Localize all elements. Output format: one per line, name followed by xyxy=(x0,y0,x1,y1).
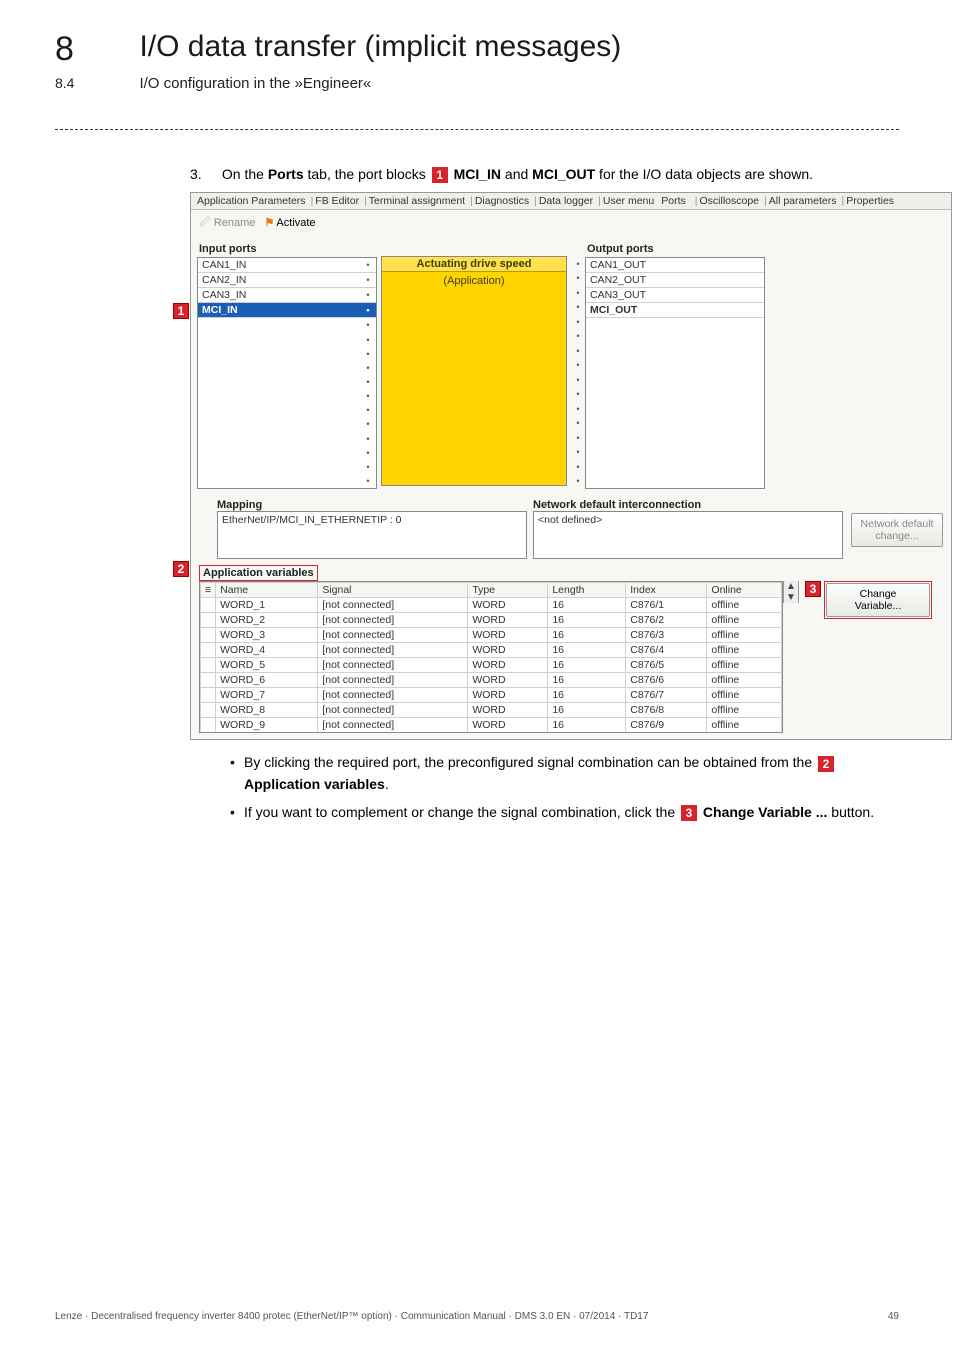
section-title: I/O configuration in the »Engineer« xyxy=(139,75,371,92)
col-length[interactable]: Length xyxy=(548,583,626,598)
appvars-title: Application variables xyxy=(203,567,314,579)
tab[interactable]: Properties xyxy=(846,195,894,207)
engineer-panel: Application Parameters| FB Editor| Termi… xyxy=(190,192,952,740)
network-default-title: Network default interconnection xyxy=(533,499,843,511)
tab[interactable]: All parameters xyxy=(769,195,837,207)
mapping-title: Mapping xyxy=(217,499,527,511)
tab[interactable]: Oscilloscope xyxy=(699,195,759,207)
application-block: Actuating drive speed (Application) xyxy=(381,256,567,486)
tab[interactable]: Application Parameters xyxy=(197,195,306,207)
t: MCI_OUT xyxy=(532,166,595,182)
table-row[interactable]: WORD_6[not connected]WORD16C876/6offline xyxy=(201,673,782,688)
scroll-down[interactable]: ▼ xyxy=(784,592,798,603)
col-type[interactable]: Type xyxy=(468,583,548,598)
table-row[interactable]: WORD_2[not connected]WORD16C876/2offline xyxy=(201,613,782,628)
t: MCI_IN xyxy=(450,166,501,182)
step-text: On the Ports tab, the port blocks 1 MCI_… xyxy=(222,164,862,184)
separator xyxy=(55,129,899,130)
table-row[interactable]: WORD_7[not connected]WORD16C876/7offline xyxy=(201,688,782,703)
tab-selected[interactable]: Ports xyxy=(661,195,686,207)
mapping-box[interactable]: EtherNet/IP/MCI_IN_ETHERNETIP : 0 xyxy=(217,511,527,559)
tab[interactable]: Diagnostics xyxy=(475,195,529,207)
col-signal[interactable]: Signal xyxy=(318,583,468,598)
network-default-change-button[interactable]: Network default change... xyxy=(851,513,943,547)
output-ports-list[interactable]: CAN1_OUT CAN2_OUT CAN3_OUT MCI_OUT xyxy=(585,257,765,489)
table-row[interactable]: WORD_9[not connected]WORD16C876/9offline xyxy=(201,718,782,733)
port-item[interactable]: CAN2_OUT xyxy=(586,273,764,288)
scrollbar[interactable]: ▲ ▼ xyxy=(783,581,799,603)
t: and xyxy=(501,166,532,182)
bullet-2: If you want to complement or change the … xyxy=(230,802,899,824)
chapter-number: 8 xyxy=(55,30,135,69)
table-row[interactable]: WORD_3[not connected]WORD16C876/3offline xyxy=(201,628,782,643)
port-item[interactable]: CAN3_OUT xyxy=(586,288,764,303)
tab[interactable]: Terminal assignment xyxy=(369,195,465,207)
scroll-up[interactable]: ▲ xyxy=(784,581,798,592)
input-ports-list[interactable]: CAN1_IN• CAN2_IN• CAN3_IN• MCI_IN• •••••… xyxy=(197,257,377,489)
tab[interactable]: FB Editor xyxy=(315,195,359,207)
application-head: Actuating drive speed xyxy=(382,257,566,272)
callout-1: 1 xyxy=(432,167,448,183)
footer-left: Lenze · Decentralised frequency inverter… xyxy=(55,1311,648,1322)
table-row[interactable]: WORD_1[not connected]WORD16C876/1offline xyxy=(201,598,782,613)
network-default-box[interactable]: <not defined> xyxy=(533,511,843,559)
tab-bar: Application Parameters| FB Editor| Termi… xyxy=(191,193,951,210)
callout-2: 2 xyxy=(818,756,834,772)
t: Ports xyxy=(268,166,304,182)
col-index[interactable]: Index xyxy=(626,583,707,598)
t: for the I/O data objects are shown. xyxy=(595,166,813,182)
port-item[interactable]: MCI_OUT xyxy=(586,303,764,318)
rename-button[interactable]: 🖉 Rename xyxy=(199,217,255,229)
application-label: (Application) xyxy=(382,272,566,290)
chapter-title: I/O data transfer (implicit messages) xyxy=(139,30,621,64)
table-row[interactable]: WORD_8[not connected]WORD16C876/8offline xyxy=(201,703,782,718)
bullet-1: By clicking the required port, the preco… xyxy=(230,752,899,795)
appvars-table[interactable]: ≡ Name Signal Type Length Index Online W… xyxy=(199,581,783,733)
callout-2-marker: 2 xyxy=(173,561,189,577)
footer-page: 49 xyxy=(888,1311,899,1322)
output-ports-title: Output ports xyxy=(585,243,765,255)
step-number: 3. xyxy=(190,164,218,184)
input-ports-title: Input ports xyxy=(197,243,377,255)
col-knob: ≡ xyxy=(201,583,216,598)
port-item[interactable]: CAN1_IN• xyxy=(198,258,376,273)
tab[interactable]: Data logger xyxy=(539,195,593,207)
activate-button[interactable]: ⚑Activate xyxy=(265,217,316,229)
toolbar: 🖉 Rename ⚑Activate xyxy=(191,210,951,237)
port-item[interactable]: CAN1_OUT xyxy=(586,258,764,273)
col-online[interactable]: Online xyxy=(707,583,782,598)
t: On the xyxy=(222,166,268,182)
port-item[interactable]: CAN2_IN• xyxy=(198,273,376,288)
callout-1-marker: 1 xyxy=(173,303,189,319)
port-item[interactable]: CAN3_IN• xyxy=(198,288,376,303)
port-item-selected[interactable]: MCI_IN• xyxy=(198,303,376,318)
tab[interactable]: User menu xyxy=(603,195,654,207)
table-row[interactable]: WORD_4[not connected]WORD16C876/4offline xyxy=(201,643,782,658)
callout-3: 3 xyxy=(681,805,697,821)
t: tab, the port blocks xyxy=(304,166,430,182)
change-variable-button[interactable]: Change Variable... xyxy=(826,583,930,617)
section-number: 8.4 xyxy=(55,75,135,91)
table-row[interactable]: WORD_5[not connected]WORD16C876/5offline xyxy=(201,658,782,673)
callout-3-marker: 3 xyxy=(805,581,821,597)
col-name[interactable]: Name xyxy=(216,583,318,598)
